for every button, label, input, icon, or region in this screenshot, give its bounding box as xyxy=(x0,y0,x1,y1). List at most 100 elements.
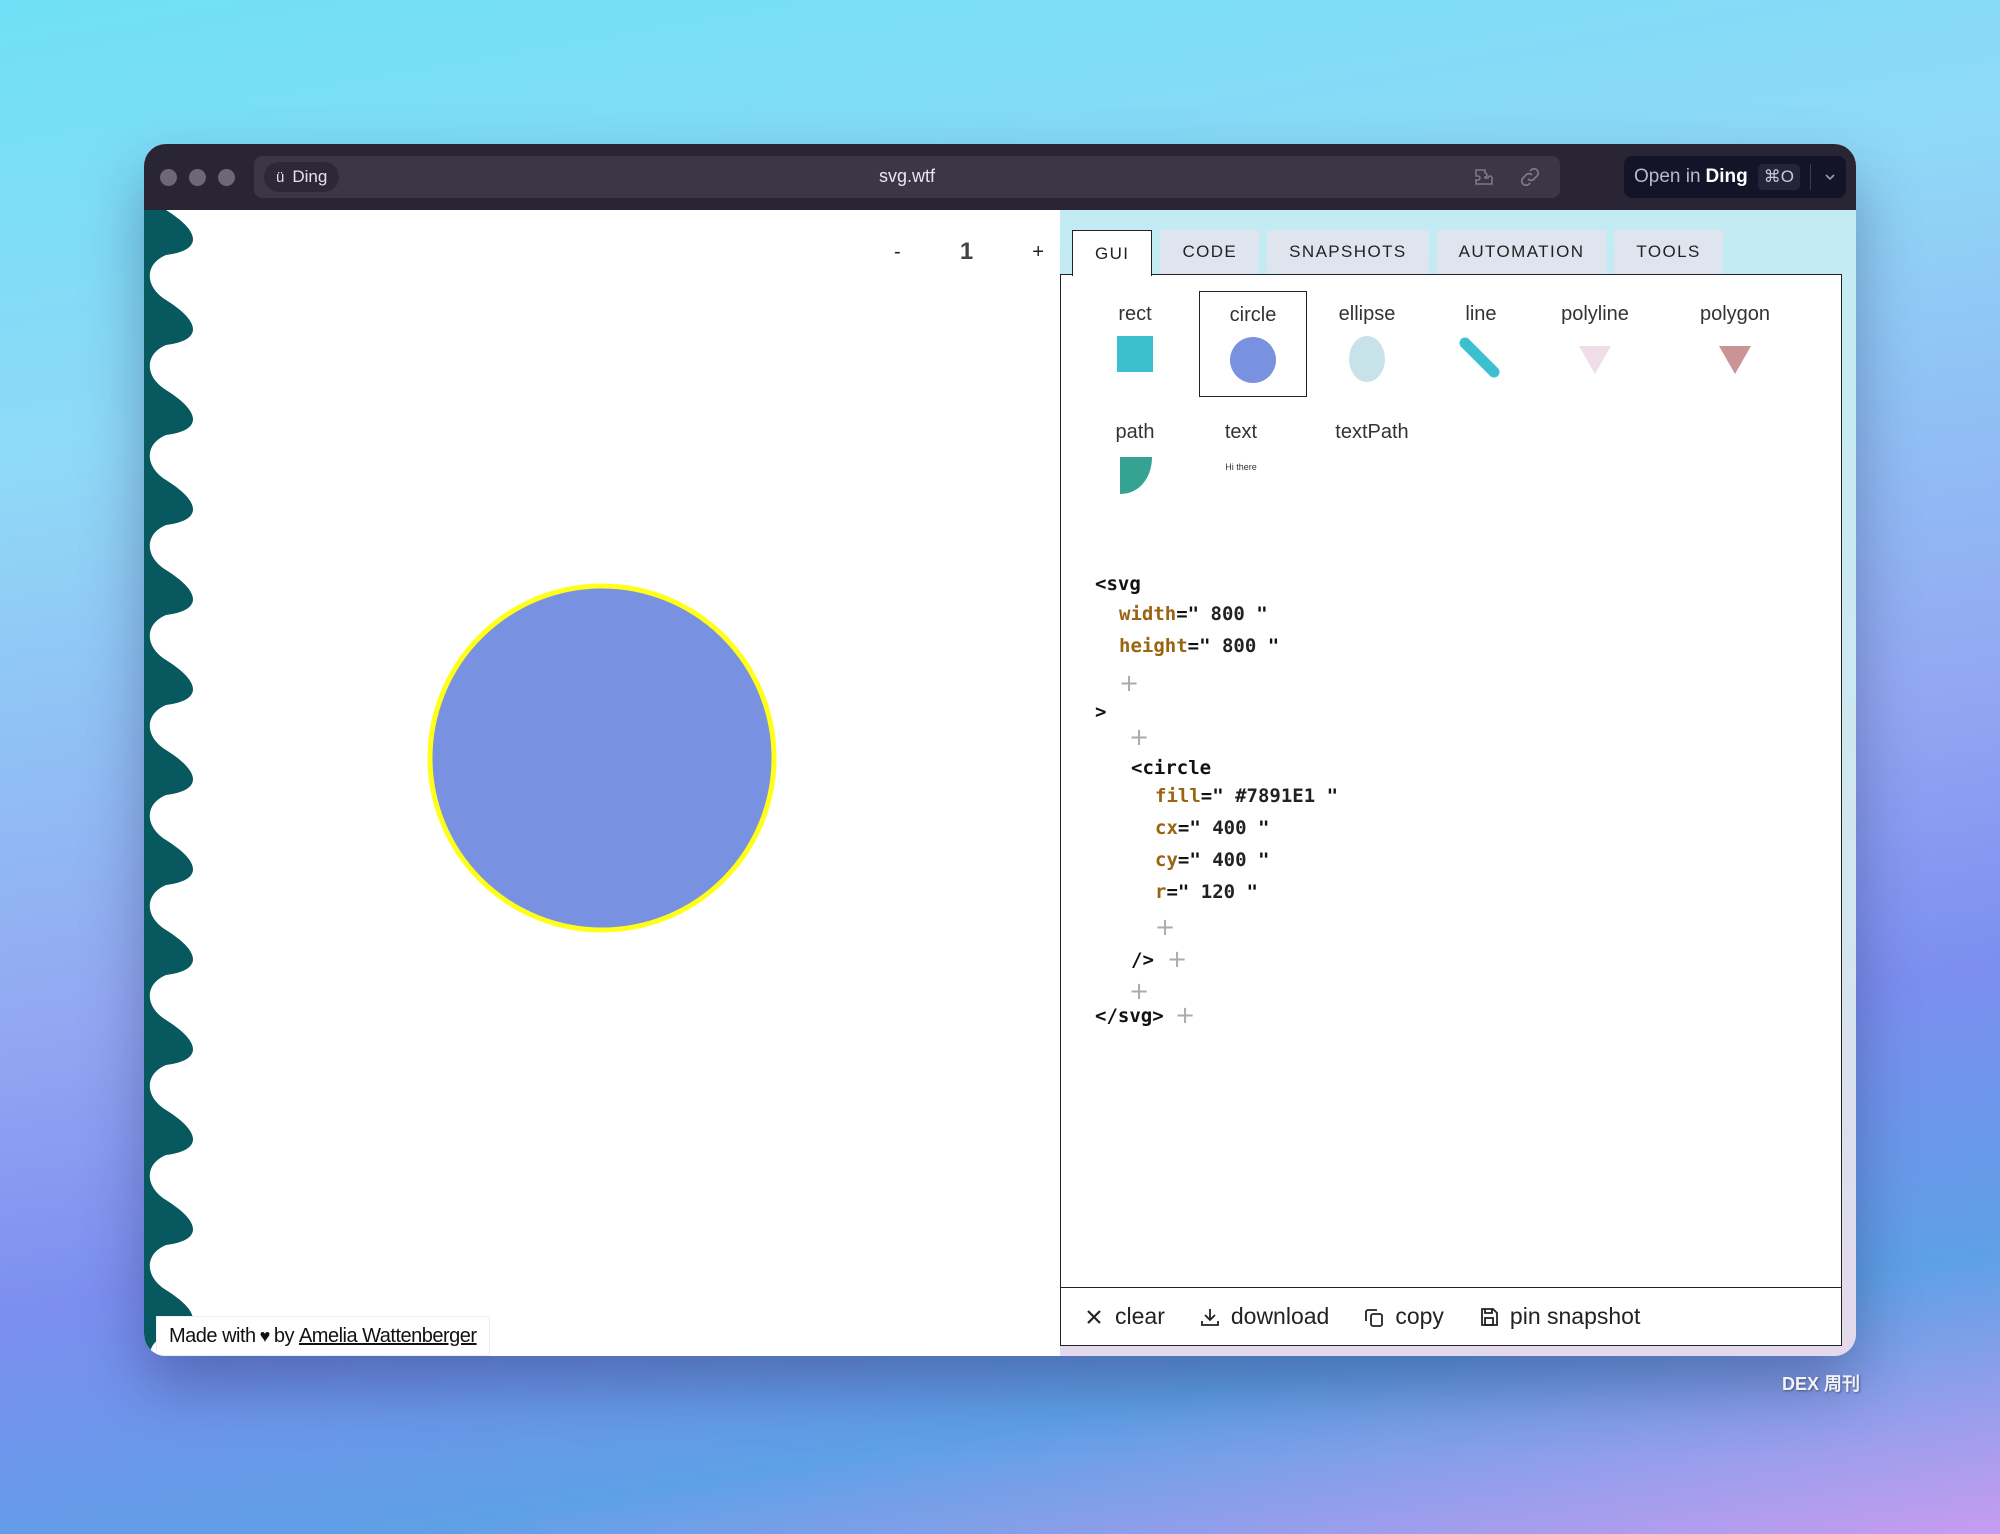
extension-icon[interactable] xyxy=(1472,165,1496,189)
line-icon xyxy=(1459,337,1500,378)
tab-gui[interactable]: GUI xyxy=(1072,230,1153,276)
circle-open-tag[interactable]: <circle xyxy=(1131,757,1211,779)
decorative-wave xyxy=(144,210,193,1356)
add-element-button[interactable]: + xyxy=(1129,977,1149,1005)
tab-bar: GUI CODE SNAPSHOTS AUTOMATION TOOLS xyxy=(1072,230,1723,276)
svg-end-tag: </svg> xyxy=(1095,1005,1164,1027)
polyline-icon xyxy=(1579,346,1611,374)
shape-label: polyline xyxy=(1561,303,1629,325)
copy-icon xyxy=(1365,1308,1384,1327)
shape-circle[interactable]: circle xyxy=(1199,291,1307,397)
close-window-button[interactable] xyxy=(160,168,177,186)
url-text: svg.wtf xyxy=(878,166,935,186)
add-element-button[interactable]: + xyxy=(1129,723,1149,751)
add-after-svg-button[interactable]: + xyxy=(1175,1001,1195,1029)
svg-open-tag: <svg xyxy=(1095,573,1141,595)
rect-icon xyxy=(1117,336,1153,372)
attr-value[interactable]: 800 xyxy=(1222,635,1256,657)
shape-label: ellipse xyxy=(1338,303,1396,325)
credit-by: by xyxy=(273,1324,295,1347)
shape-polygon[interactable]: polygon xyxy=(1681,291,1789,397)
shape-textpath[interactable]: textPath xyxy=(1307,409,1437,515)
shape-text[interactable]: text Hi there xyxy=(1187,409,1295,515)
circle-attr-cx[interactable]: cx=" 400 " xyxy=(1155,817,1269,839)
shape-polyline[interactable]: polyline xyxy=(1541,291,1649,397)
address-bar[interactable]: ü Ding svg.wtf xyxy=(254,156,1560,198)
tab-snapshots[interactable]: SNAPSHOTS xyxy=(1267,230,1429,274)
chevron-down-icon[interactable] xyxy=(1823,170,1837,184)
action-bar: clear download copy pin snapshot xyxy=(1061,1287,1841,1345)
circle-icon xyxy=(1230,337,1276,383)
download-icon xyxy=(1200,1308,1219,1326)
shape-path[interactable]: path xyxy=(1081,409,1189,515)
circle-attr-r[interactable]: r=" 120 " xyxy=(1155,881,1258,903)
browser-window: ü Ding svg.wtf Open in Ding ⌘O - 1 + Mad… xyxy=(144,144,1856,1356)
minimize-window-button[interactable] xyxy=(189,168,206,186)
path-icon xyxy=(1120,457,1152,494)
maximize-window-button[interactable] xyxy=(218,168,235,186)
copy-button[interactable]: copy xyxy=(1363,1303,1444,1330)
attr-value[interactable]: 800 xyxy=(1211,603,1245,625)
window-controls xyxy=(160,168,235,186)
tab-tools[interactable]: TOOLS xyxy=(1614,230,1723,274)
shape-line[interactable]: line xyxy=(1427,291,1535,397)
gui-panel: rect circle ellipse line polyline polygo… xyxy=(1060,274,1842,1346)
attr-name: width xyxy=(1119,603,1177,625)
open-in-ding-button[interactable]: Open in Ding ⌘O xyxy=(1624,156,1846,198)
link-icon[interactable] xyxy=(1518,165,1542,189)
credit-footer: Made with ♥ by Amelia Wattenberger xyxy=(156,1316,490,1356)
zoom-level: 1 xyxy=(959,238,974,265)
clear-label: clear xyxy=(1115,1303,1165,1329)
attr-name: cy xyxy=(1155,849,1178,871)
download-button[interactable]: download xyxy=(1199,1303,1329,1330)
pin-snapshot-button[interactable]: pin snapshot xyxy=(1478,1303,1640,1330)
shape-label: line xyxy=(1465,303,1497,325)
zoom-control: - 1 + xyxy=(894,238,1044,266)
shape-label: text xyxy=(1224,421,1258,443)
ellipse-icon xyxy=(1349,336,1385,382)
save-icon xyxy=(1481,1307,1498,1326)
polygon-icon xyxy=(1719,346,1751,374)
canvas-pane: - 1 + Made with ♥ by Amelia Wattenberger xyxy=(144,210,1060,1356)
attr-name: fill xyxy=(1155,785,1201,807)
open-app-name: Ding xyxy=(1705,166,1748,187)
tab-automation[interactable]: AUTOMATION xyxy=(1436,230,1607,274)
credit-prefix: Made with xyxy=(169,1324,256,1347)
tab-code[interactable]: CODE xyxy=(1160,230,1260,274)
text-sample-icon: Hi there xyxy=(1225,462,1257,472)
open-in-label: Open in xyxy=(1634,166,1701,187)
author-link[interactable]: Amelia Wattenberger xyxy=(299,1325,477,1348)
circle-attr-cy[interactable]: cy=" 400 " xyxy=(1155,849,1269,871)
circle-attr-fill[interactable]: fill=" #7891E1 " xyxy=(1155,785,1338,807)
attr-value[interactable]: 400 xyxy=(1212,849,1246,871)
zoom-out-button[interactable]: - xyxy=(894,241,901,264)
add-attribute-button[interactable]: + xyxy=(1155,913,1175,941)
svg-attr-width[interactable]: width=" 800 " xyxy=(1119,603,1268,625)
add-attribute-button[interactable]: + xyxy=(1119,669,1139,697)
zoom-in-button[interactable]: + xyxy=(1032,241,1044,264)
clear-button[interactable]: clear xyxy=(1083,1303,1165,1330)
shape-ellipse[interactable]: ellipse xyxy=(1313,291,1421,397)
svg-attr-height[interactable]: height=" 800 " xyxy=(1119,635,1279,657)
attr-value[interactable]: 120 xyxy=(1201,881,1235,903)
title-bar: ü Ding svg.wtf Open in Ding ⌘O xyxy=(144,144,1856,210)
copy-label: copy xyxy=(1395,1303,1444,1329)
svg-close-bracket: > xyxy=(1095,701,1107,723)
divider xyxy=(1810,164,1811,190)
pin-snapshot-label: pin snapshot xyxy=(1509,1303,1641,1329)
editor-pane: GUI CODE SNAPSHOTS AUTOMATION TOOLS rect… xyxy=(1060,210,1856,1356)
heart-icon: ♥ xyxy=(259,1325,271,1346)
attr-name: cx xyxy=(1155,817,1178,839)
attr-name: r xyxy=(1155,881,1167,903)
shortcut-badge: ⌘O xyxy=(1757,164,1800,190)
attr-value[interactable]: #7891E1 xyxy=(1235,785,1315,807)
self-close-tag: /> xyxy=(1131,949,1154,971)
shape-label: textPath xyxy=(1335,421,1409,443)
watermark: DEX 周刊 xyxy=(1782,1374,1861,1394)
canvas-circle[interactable] xyxy=(427,583,777,933)
add-sibling-button[interactable]: + xyxy=(1167,945,1187,973)
attr-value[interactable]: 400 xyxy=(1212,817,1246,839)
shape-rect[interactable]: rect xyxy=(1081,291,1189,397)
shape-label: path xyxy=(1115,421,1155,443)
svg-canvas[interactable] xyxy=(144,210,1060,1356)
